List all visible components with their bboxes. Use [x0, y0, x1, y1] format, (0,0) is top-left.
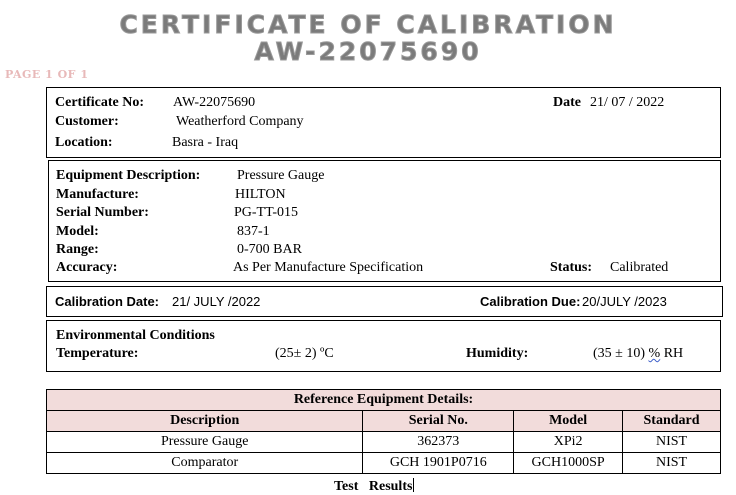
text-cursor — [413, 478, 415, 492]
temperature-label: Temperature: — [56, 346, 139, 361]
serial-number-value: PG-TT-015 — [234, 205, 299, 220]
humidity-range: (35 ± 10) — [593, 346, 646, 361]
calibration-date-value: 21/ JULY /2022 — [172, 294, 261, 309]
equipment-description-value: Pressure Gauge — [237, 168, 325, 183]
column-header-serial: Serial No. — [362, 410, 515, 432]
column-header-description: Description — [45, 410, 364, 432]
cell-standard: NIST — [622, 431, 721, 453]
calibration-due-label: Calibration Due: — [480, 294, 581, 309]
cell-description: Pressure Gauge — [45, 431, 364, 453]
customer-value: Weatherford Company — [176, 114, 304, 129]
equipment-description-label: Equipment Description: — [56, 168, 201, 183]
range-label: Range: — [56, 242, 99, 257]
cell-serial: GCH 1901P0716 — [362, 452, 515, 474]
customer-label: Customer: — [55, 114, 119, 129]
environment-heading: Environmental Conditions — [56, 328, 215, 343]
calibration-due-value: 20/JULY /2023 — [582, 294, 667, 309]
status-value: Calibrated — [610, 260, 669, 275]
location-label: Location: — [55, 135, 113, 150]
humidity-value: (35 ± 10) % RH — [593, 345, 683, 362]
certificate-title: CERTIFICATE OF CALIBRATION — [119, 10, 617, 39]
temperature-value: (25± 2) ºC — [275, 346, 334, 361]
column-header-standard: Standard — [622, 410, 721, 432]
table-row: Comparator GCH 1901P0716 GCH1000SP NIST — [45, 452, 721, 474]
model-value: 837-1 — [237, 224, 270, 239]
humidity-label: Humidity: — [466, 346, 529, 361]
accuracy-label: Accuracy: — [56, 260, 118, 275]
column-header-model: Model — [513, 410, 624, 432]
cell-standard: NIST — [622, 452, 721, 474]
calibration-date-label: Calibration Date: — [55, 294, 160, 309]
table-row: Pressure Gauge 362373 XPi2 NIST — [45, 431, 721, 453]
cell-description: Comparator — [45, 452, 364, 474]
model-label: Model: — [56, 224, 99, 239]
humidity-percent: % — [648, 346, 661, 361]
reference-equipment-table: Reference Equipment Details: Description… — [45, 389, 721, 474]
certificate-number-label: Certificate No: — [55, 95, 145, 110]
certificate-number-title: AW-22075690 — [254, 37, 482, 66]
manufacture-label: Manufacture: — [56, 187, 139, 202]
cell-model: XPi2 — [513, 431, 624, 453]
page-label: PAGE 1 OF 1 — [5, 68, 89, 81]
cell-serial: 362373 — [362, 431, 515, 453]
date-value: 21/ 07 / 2022 — [590, 95, 665, 110]
manufacture-value: HILTON — [235, 187, 286, 202]
humidity-rh: RH — [663, 346, 684, 361]
cell-model: GCH1000SP — [513, 452, 624, 474]
serial-number-label: Serial Number: — [56, 205, 149, 220]
accuracy-value: As Per Manufacture Specification — [233, 260, 424, 275]
status-label: Status: — [550, 260, 593, 275]
certificate-number-value: AW-22075690 — [173, 95, 256, 110]
reference-table-title: Reference Equipment Details: — [46, 389, 721, 411]
range-value: 0-700 BAR — [237, 242, 302, 257]
date-label: Date — [553, 95, 581, 110]
location-value: Basra - Iraq — [172, 135, 239, 150]
